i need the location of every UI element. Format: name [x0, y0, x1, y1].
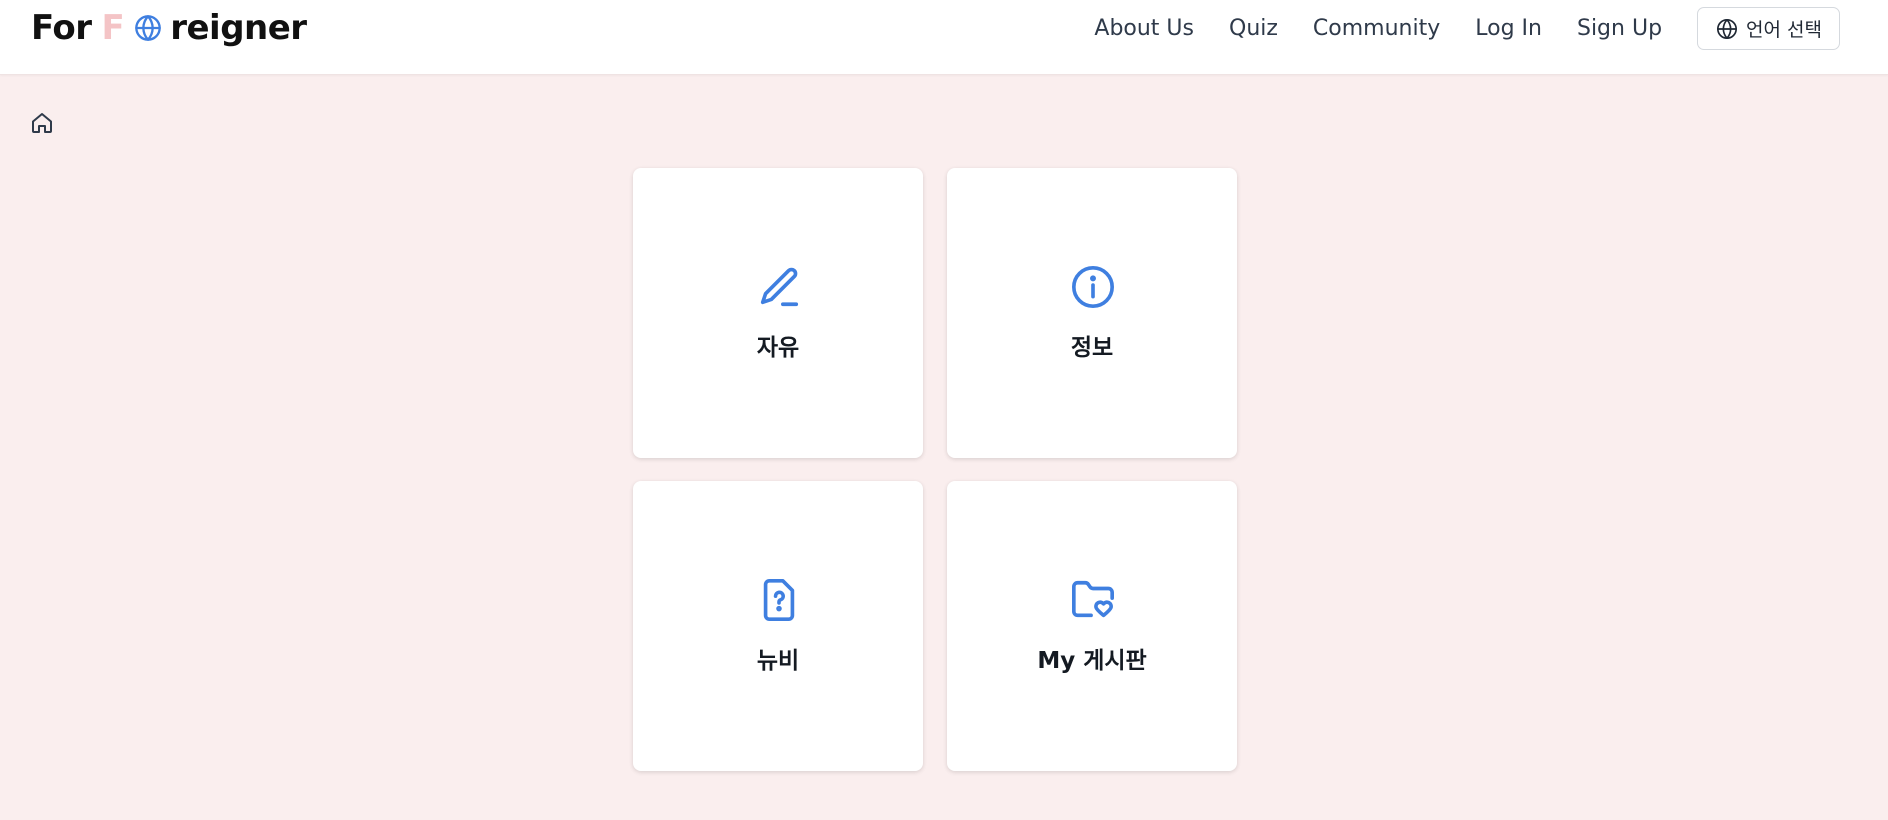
language-select-button[interactable]: 언어 선택: [1697, 7, 1840, 50]
globe-icon: [134, 14, 162, 42]
nav-community[interactable]: Community: [1313, 16, 1440, 41]
site-header: For F reigner About Us Quiz Community Lo…: [0, 0, 1888, 75]
board-card-free[interactable]: 자유: [633, 168, 923, 458]
home-icon[interactable]: [30, 111, 54, 135]
site-logo[interactable]: For F reigner: [31, 6, 307, 50]
board-card-label: 뉴비: [756, 648, 800, 674]
logo-text-for: For: [31, 8, 92, 48]
board-card-info[interactable]: 정보: [947, 168, 1237, 458]
logo-text-reigner: reigner: [170, 8, 307, 48]
nav-log-in[interactable]: Log In: [1475, 16, 1542, 41]
language-select-label: 언어 선택: [1746, 19, 1822, 41]
nav-quiz[interactable]: Quiz: [1229, 16, 1278, 41]
info-icon: [1070, 264, 1116, 310]
file-question-icon: [756, 577, 802, 623]
nav-sign-up[interactable]: Sign Up: [1577, 16, 1662, 41]
nav-about-us[interactable]: About Us: [1094, 16, 1194, 41]
folder-heart-icon: [1070, 577, 1116, 623]
logo-text-faded-f: F: [101, 8, 125, 48]
globe-icon: [1717, 18, 1738, 39]
main-nav: About Us Quiz Community Log In Sign Up 언…: [1094, 0, 1888, 57]
board-card-label: My 게시판: [1037, 648, 1147, 674]
board-card-label: 정보: [1070, 335, 1114, 361]
board-card-my-board[interactable]: My 게시판: [947, 481, 1237, 771]
pencil-icon: [756, 264, 802, 310]
board-card-label: 자유: [756, 335, 800, 361]
board-card-newbie[interactable]: 뉴비: [633, 481, 923, 771]
